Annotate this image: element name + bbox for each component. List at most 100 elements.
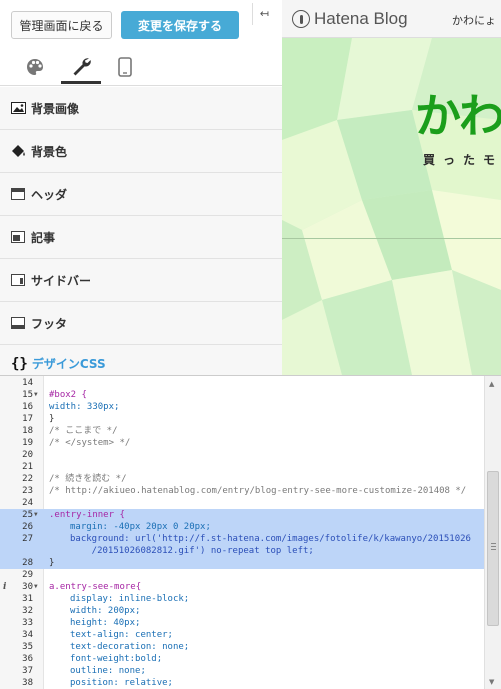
code-text: #box2 {	[49, 390, 87, 400]
code-text: width: 200px;	[70, 606, 141, 616]
back-to-dashboard-button[interactable]: 管理画面に戻る	[11, 11, 112, 39]
menu-item-label: 記事	[31, 230, 56, 245]
code-text: position: relative;	[70, 678, 173, 688]
layout-article-icon	[11, 230, 27, 244]
menu-item-label: ヘッダ	[31, 187, 68, 202]
code-line[interactable]: 30 ▼ i a.entry-see-more{	[0, 581, 484, 593]
line-number: 23	[22, 486, 33, 496]
preview-blog-title[interactable]: かわ	[415, 80, 501, 146]
code-text: /* 続きを読む */	[49, 474, 127, 484]
code-line[interactable]: 14	[0, 377, 484, 389]
preview-blog-description: 買ったモ	[423, 153, 501, 167]
line-number: 34	[22, 630, 33, 640]
line-number: 37	[22, 666, 33, 676]
line-number: 31	[22, 594, 33, 604]
wrench-icon	[73, 57, 91, 75]
info-marker-icon[interactable]: i	[3, 581, 6, 593]
code-text: outline: none;	[70, 666, 146, 676]
fold-toggle-icon[interactable]: ▼	[34, 509, 38, 521]
palette-icon	[27, 59, 43, 75]
code-line[interactable]: 16 width: 330px;	[0, 401, 484, 413]
preview-user-name[interactable]: かわにょ	[452, 12, 496, 28]
tab-smartphone[interactable]	[105, 50, 145, 84]
code-line[interactable]: 37 outline: none;	[0, 665, 484, 677]
line-number: 29	[22, 570, 33, 580]
menu-item-footer[interactable]: フッタ	[0, 302, 282, 345]
image-icon	[11, 101, 27, 115]
line-number: 14	[22, 378, 33, 388]
hatena-blog-logo[interactable]: Hatena Blog	[292, 9, 408, 29]
code-text: margin: -40px 20px 0 20px;	[70, 522, 211, 532]
tab-design[interactable]	[15, 50, 55, 84]
menu-item-background-image[interactable]: 背景画像	[0, 87, 282, 130]
code-line[interactable]: 20	[0, 449, 484, 461]
menu-item-background-color[interactable]: 背景色	[0, 130, 282, 173]
menu-item-label: 背景色	[31, 144, 68, 159]
menu-item-sidebar[interactable]: サイドバー	[0, 259, 282, 302]
code-line[interactable]: 34 text-align: center;	[0, 629, 484, 641]
editor-toolbar: 管理画面に戻る 変更を保存する ↤	[0, 0, 282, 86]
menu-item-header[interactable]: ヘッダ	[0, 173, 282, 216]
save-changes-button[interactable]: 変更を保存する	[121, 11, 239, 39]
code-line[interactable]: 36 font-weight:bold;	[0, 653, 484, 665]
line-number: 32	[22, 606, 33, 616]
code-line[interactable]: 31 display: inline-block;	[0, 593, 484, 605]
code-line[interactable]: 33 height: 40px;	[0, 617, 484, 629]
code-line[interactable]: 25 ▼ .entry-inner {	[0, 509, 484, 521]
code-text: }	[49, 414, 55, 424]
code-text: a.entry-see-more{	[49, 582, 142, 592]
code-line[interactable]: 32 width: 200px;	[0, 605, 484, 617]
braces-icon: {}	[11, 356, 28, 372]
code-text: /* </system> */	[49, 438, 131, 448]
menu-item-article[interactable]: 記事	[0, 216, 282, 259]
hatena-logo-mark-icon	[292, 10, 310, 28]
code-line[interactable]: 38 position: relative;	[0, 677, 484, 689]
menu-item-label: デザインCSS	[31, 357, 106, 371]
code-line[interactable]: 15 ▼ #box2 {	[0, 389, 484, 401]
line-number: 21	[22, 462, 33, 472]
collapse-panel-button[interactable]: ↤	[252, 3, 276, 25]
code-text: /* http://akiueo.hatenablog.com/entry/bl…	[49, 486, 467, 496]
scroll-down-arrow-icon[interactable]: ▼	[489, 678, 494, 686]
line-number: 35	[22, 642, 33, 652]
line-number: 17	[22, 414, 33, 424]
code-line[interactable]: 19 /* </system> */	[0, 437, 484, 449]
tab-customize[interactable]	[61, 50, 101, 84]
line-number: 36	[22, 654, 33, 664]
code-text: .entry-inner {	[49, 510, 125, 520]
code-text: font-weight:bold;	[70, 654, 163, 664]
line-number: 19	[22, 438, 33, 448]
line-number: 16	[22, 402, 33, 412]
scroll-up-arrow-icon[interactable]: ▲	[489, 380, 494, 388]
code-line[interactable]: 23 /* http://akiueo.hatenablog.com/entry/…	[0, 485, 484, 497]
code-line[interactable]: 35 text-decoration: none;	[0, 641, 484, 653]
hatena-logo-text: Hatena Blog	[314, 9, 408, 28]
code-line[interactable]: 21	[0, 461, 484, 473]
menu-item-design-css[interactable]: {} デザインCSS	[0, 345, 282, 375]
blog-preview[interactable]: Hatena Blog かわにょ かわ 買ったモ	[282, 0, 501, 375]
layout-footer-icon	[11, 316, 27, 330]
code-line[interactable]: 27 background: url('http://f.st-hatena.co…	[0, 533, 484, 545]
code-line[interactable]: 24	[0, 497, 484, 509]
code-line[interactable]: 26 margin: -40px 20px 0 20px;	[0, 521, 484, 533]
layout-header-icon	[11, 187, 27, 201]
code-text: width: 330px;	[49, 402, 120, 412]
fold-toggle-icon[interactable]: ▼	[34, 581, 38, 593]
line-number: 33	[22, 618, 33, 628]
line-number: 22	[22, 474, 33, 484]
code-line[interactable]: 28}	[0, 557, 484, 569]
code-line[interactable]: 17}	[0, 413, 484, 425]
code-line[interactable]: 29	[0, 569, 484, 581]
editor-scrollbar[interactable]: ▲ ▼	[484, 376, 501, 689]
code-line[interactable]: 22 /* 続きを読む */	[0, 473, 484, 485]
css-code-editor[interactable]: 14 15 ▼ #box2 {16 width: 330px; 17} 18/* ここまで …	[0, 375, 501, 689]
menu-item-label: フッタ	[31, 316, 68, 331]
scrollbar-thumb[interactable]	[487, 471, 499, 626]
fold-toggle-icon[interactable]: ▼	[34, 389, 38, 401]
line-number: 27	[22, 534, 33, 544]
code-line[interactable]: /20151026082812.gif') no-repeat top left…	[0, 545, 484, 557]
code-text: display: inline-block;	[70, 594, 190, 604]
line-number: 26	[22, 522, 33, 532]
code-line[interactable]: 18 /* ここまで */	[0, 425, 484, 437]
code-text: background: url('http://f.st-hatena.com/…	[70, 534, 471, 544]
